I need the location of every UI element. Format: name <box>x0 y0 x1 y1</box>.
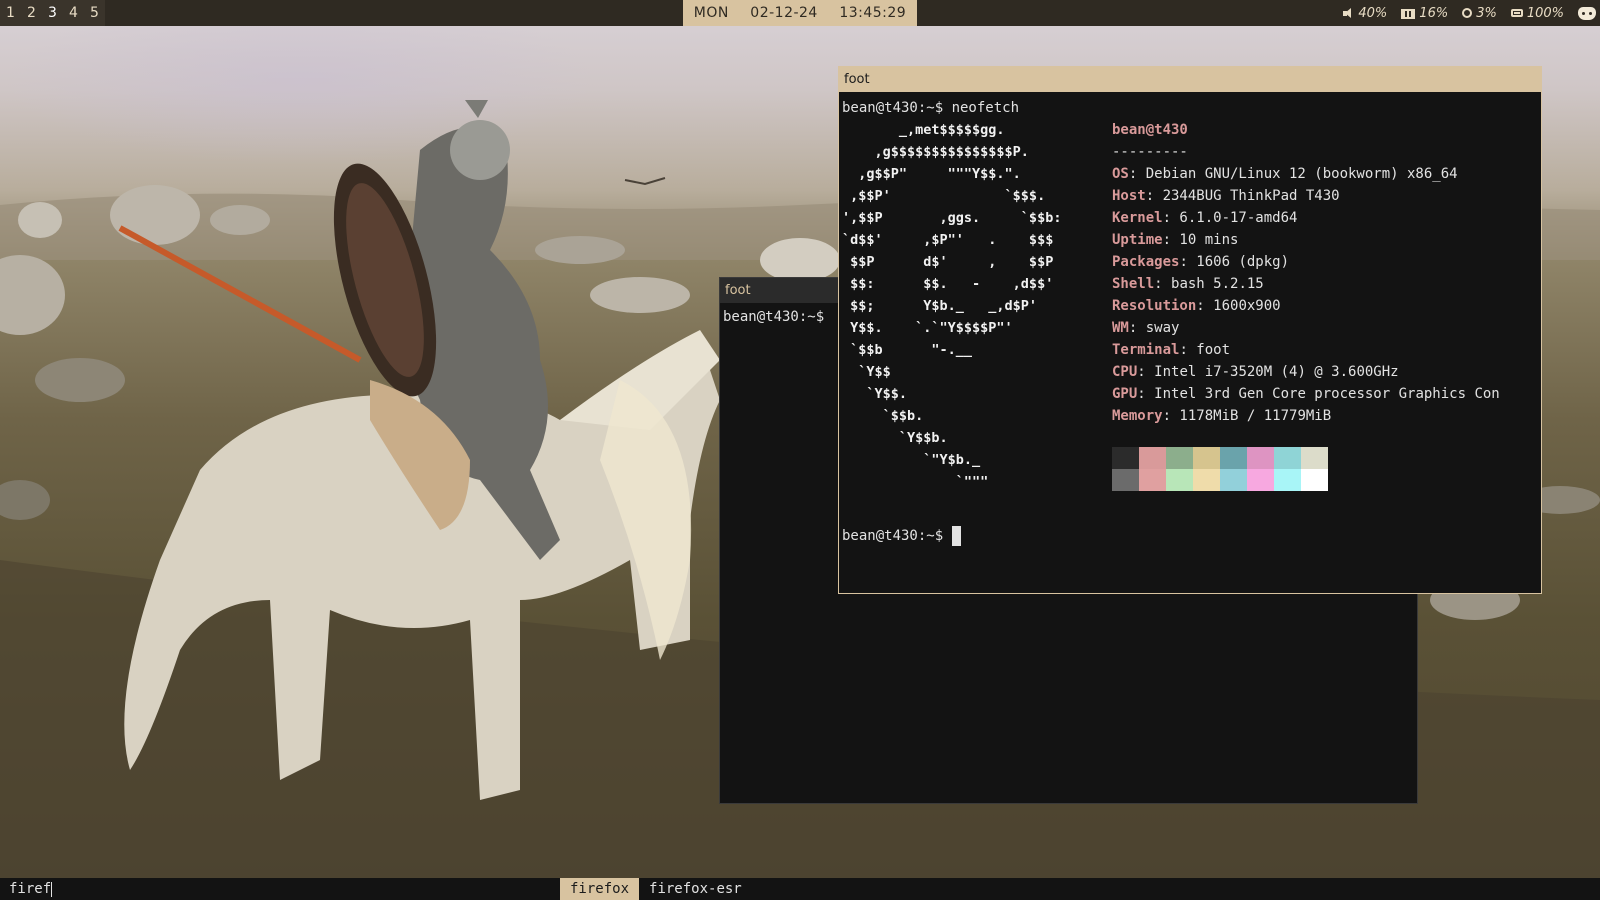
workspace-2-button[interactable]: 2 <box>21 0 42 26</box>
workspace-switcher: 1 2 3 4 5 <box>0 0 105 26</box>
color-palette <box>1112 447 1328 491</box>
window-titlebar[interactable]: foot <box>839 67 1541 92</box>
terminal-window-focused[interactable]: foot bean@t430:~$ neofetch _,met$$$$$gg.… <box>838 66 1542 594</box>
info-key: Host <box>1112 188 1146 204</box>
info-shell: Shell: bash 5.2.15 <box>1112 273 1500 295</box>
info-os: OS: Debian GNU/Linux 12 (bookworm) x86_6… <box>1112 163 1500 185</box>
palette-swatch <box>1274 447 1301 469</box>
info-value: : 6.1.0-17-amd64 <box>1162 210 1298 226</box>
separator: --------- <box>1112 144 1188 160</box>
memory-icon <box>1401 9 1416 19</box>
info-value: : Intel i7-3520M (4) @ 3.600GHz <box>1137 364 1399 380</box>
top-status-bar: 1 2 3 4 5 MON 02-12-24 13:45:29 40% 16% … <box>0 0 1600 26</box>
info-uptime: Uptime: 10 mins <box>1112 229 1500 251</box>
palette-swatch <box>1220 447 1247 469</box>
info-key: OS <box>1112 166 1129 182</box>
workspace-3-button[interactable]: 3 <box>42 0 63 26</box>
palette-swatch <box>1220 469 1247 491</box>
info-key: Uptime <box>1112 232 1163 248</box>
terminal-command-line: bean@t430:~$ neofetch <box>842 100 1020 116</box>
info-value: : Debian GNU/Linux 12 (bookworm) x86_64 <box>1128 166 1458 182</box>
info-kernel: Kernel: 6.1.0-17-amd64 <box>1112 207 1500 229</box>
info-key: Resolution <box>1112 298 1197 314</box>
info-value: : 2344BUG ThinkPad T430 <box>1145 188 1340 204</box>
palette-swatch <box>1112 469 1139 491</box>
terminal-prompt: bean@t430:~$ <box>723 309 825 325</box>
info-gpu: GPU: Intel 3rd Gen Core processor Graphi… <box>1112 383 1500 405</box>
palette-swatch <box>1166 469 1193 491</box>
volume-value: 40% <box>1358 5 1388 21</box>
palette-swatch <box>1139 469 1166 491</box>
info-packages: Packages: 1606 (dpkg) <box>1112 251 1500 273</box>
info-terminal: Terminal: foot <box>1112 339 1500 361</box>
text-caret <box>51 881 53 897</box>
volume-status[interactable]: 40% <box>1342 6 1387 21</box>
workspace-1-button[interactable]: 1 <box>0 0 21 26</box>
battery-value: 100% <box>1526 5 1564 21</box>
cpu-icon <box>1462 8 1473 18</box>
info-cpu: CPU: Intel i7-3520M (4) @ 3.600GHz <box>1112 361 1500 383</box>
cpu-value: 3% <box>1476 5 1497 21</box>
info-memory: Memory: 1178MiB / 11779MiB <box>1112 405 1500 427</box>
info-key: Kernel <box>1112 210 1163 226</box>
palette-swatch <box>1274 469 1301 491</box>
palette-swatch <box>1139 447 1166 469</box>
launcher-results: firefox firefox-esr <box>560 878 752 900</box>
info-resolution: Resolution: 1600x900 <box>1112 295 1500 317</box>
info-key: CPU <box>1112 364 1138 380</box>
info-wm: WM: sway <box>1112 317 1500 339</box>
neofetch-info: bean@t430 --------- OS: Debian GNU/Linux… <box>1112 119 1500 427</box>
workspace-4-button[interactable]: 4 <box>63 0 84 26</box>
clock-widget: MON 02-12-24 13:45:29 <box>683 0 917 26</box>
launcher-search-input[interactable]: firef <box>9 880 53 898</box>
volume-icon <box>1342 7 1354 19</box>
workspace-5-button[interactable]: 5 <box>84 0 105 26</box>
battery-icon <box>1510 9 1523 17</box>
palette-swatch <box>1193 469 1220 491</box>
info-value: : foot <box>1179 342 1231 358</box>
clock-day: MON <box>693 5 729 21</box>
memory-status: 16% <box>1401 6 1448 21</box>
info-key: Packages <box>1112 254 1180 270</box>
info-value: : bash 5.2.15 <box>1154 276 1264 292</box>
info-key: GPU <box>1112 386 1138 402</box>
info-value: : 1606 (dpkg) <box>1179 254 1290 270</box>
terminal-cursor <box>952 526 962 546</box>
launcher-result-firefox[interactable]: firefox <box>560 878 640 900</box>
terminal-active-prompt[interactable]: bean@t430:~$ <box>842 525 962 547</box>
clock-time: 13:45:29 <box>839 5 907 21</box>
clock-date: 02-12-24 <box>750 5 818 21</box>
debian-ascii-logo: _,met$$$$$gg. ,g$$$$$$$$$$$$$$$P. ,g$$P"… <box>842 122 1062 490</box>
launcher-result-firefox-esr[interactable]: firefox-esr <box>639 878 752 900</box>
battery-status: 100% <box>1510 5 1564 21</box>
launcher-query: firef <box>9 881 52 897</box>
info-key: Shell <box>1112 276 1155 292</box>
palette-swatch <box>1247 447 1274 469</box>
memory-value: 16% <box>1419 5 1449 21</box>
info-key: Memory <box>1112 408 1163 424</box>
info-value: : 10 mins <box>1162 232 1239 248</box>
info-host: Host: 2344BUG ThinkPad T430 <box>1112 185 1500 207</box>
info-value: : Intel 3rd Gen Core processor Graphics … <box>1137 386 1500 402</box>
info-key: Terminal <box>1112 342 1180 358</box>
discord-icon[interactable] <box>1578 6 1596 20</box>
info-value: : sway <box>1128 320 1180 336</box>
info-value: : 1178MiB / 11779MiB <box>1162 408 1332 424</box>
palette-swatch <box>1112 447 1139 469</box>
system-status-area: 40% 16% 3% 100% <box>1342 0 1600 26</box>
cpu-status: 3% <box>1462 6 1497 21</box>
info-value: : 1600x900 <box>1196 298 1281 314</box>
palette-swatch <box>1166 447 1193 469</box>
palette-swatch <box>1193 447 1220 469</box>
palette-swatch <box>1301 447 1328 469</box>
info-key: WM <box>1112 320 1129 336</box>
palette-swatch <box>1247 469 1274 491</box>
app-launcher-bar: firef firefox firefox-esr <box>0 878 1600 900</box>
prompt-text: bean@t430:~$ <box>842 528 944 544</box>
user-host: bean@t430 <box>1112 122 1188 138</box>
palette-swatch <box>1301 469 1328 491</box>
